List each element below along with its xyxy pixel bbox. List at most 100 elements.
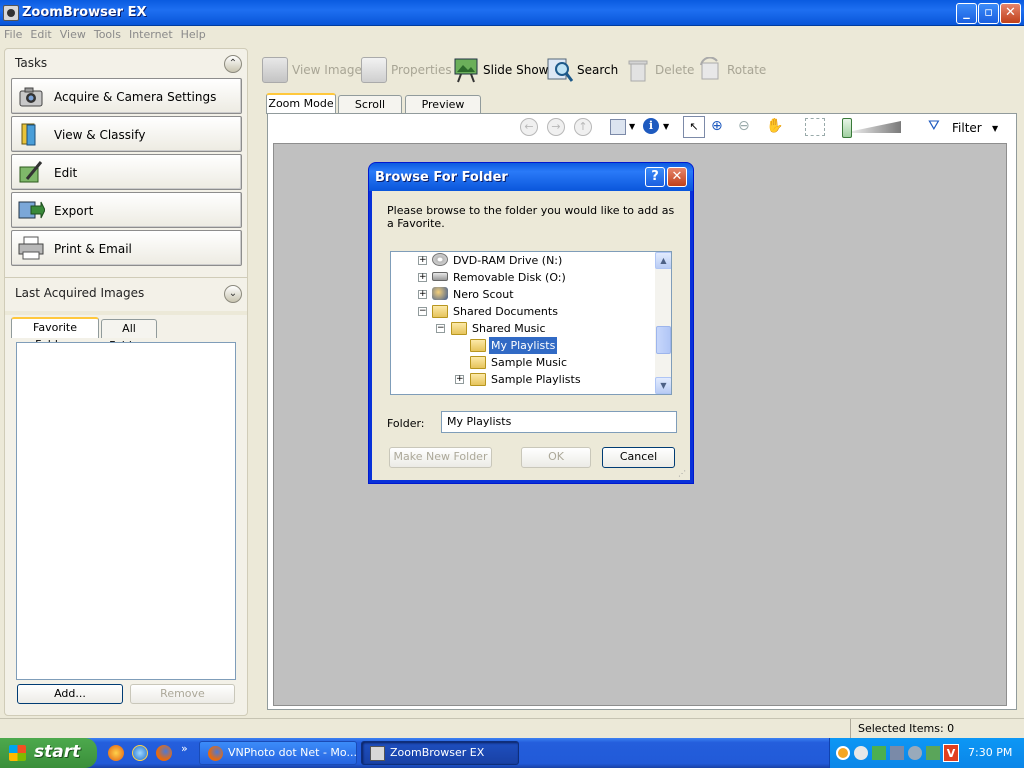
tray-security-icon[interactable]: [908, 746, 922, 760]
task-print-email[interactable]: Print & Email: [11, 230, 242, 266]
menu-help[interactable]: Help: [177, 26, 210, 43]
internet-explorer-icon[interactable]: [132, 745, 148, 761]
remove-folder-button[interactable]: Remove: [130, 684, 235, 704]
zoombrowser-app-icon[interactable]: [3, 5, 19, 21]
view-image-button[interactable]: View Image: [262, 54, 362, 86]
expand-icon[interactable]: +: [418, 256, 427, 265]
tree-node-shared-documents[interactable]: − Shared Documents: [391, 303, 653, 320]
menu-internet[interactable]: Internet: [125, 26, 177, 43]
menu-edit[interactable]: Edit: [26, 26, 55, 43]
collapse-tasks-icon[interactable]: ⌃: [224, 55, 242, 73]
favorite-folders-list[interactable]: [16, 342, 236, 680]
zoom-in-icon[interactable]: ⊕: [711, 118, 729, 136]
quicklaunch-app-icon[interactable]: [108, 745, 124, 761]
nero-scout-icon: [432, 287, 448, 300]
start-button[interactable]: start: [0, 738, 97, 768]
menu-bar: File Edit View Tools Internet Help: [0, 26, 1024, 45]
tab-favorite-folders[interactable]: Favorite Folders: [11, 317, 99, 351]
help-icon[interactable]: ?: [645, 167, 665, 187]
tree-node-nero-scout[interactable]: + Nero Scout: [391, 286, 653, 303]
pointer-tool-icon[interactable]: ↖: [683, 116, 705, 138]
close-button[interactable]: ✕: [1000, 3, 1021, 24]
delete-button[interactable]: Delete: [625, 54, 694, 86]
scrollbar-thumb[interactable]: [656, 326, 671, 354]
task-acquire-camera-settings[interactable]: Acquire & Camera Settings: [11, 78, 242, 114]
zoom-out-icon[interactable]: ⊖: [738, 118, 756, 136]
tray-norton-icon[interactable]: [836, 746, 850, 760]
fit-to-window-icon[interactable]: [805, 118, 825, 136]
add-folder-button[interactable]: Add...: [17, 684, 123, 704]
back-arrow-icon[interactable]: ←: [520, 118, 538, 136]
expand-icon[interactable]: +: [455, 375, 464, 384]
expand-last-acquired-icon[interactable]: ⌄: [224, 285, 242, 303]
firefox-icon[interactable]: [156, 745, 172, 761]
taskbar-item-vnphoto[interactable]: VNPhoto dot Net - Mo...: [199, 741, 357, 765]
clock[interactable]: 7:30 PM: [968, 746, 1012, 759]
tray-utility-icon[interactable]: [926, 746, 940, 760]
filter-icon[interactable]: ⛛: [928, 118, 948, 136]
dialog-title-bar: Browse For Folder ? ✕: [369, 163, 693, 191]
cancel-button[interactable]: Cancel: [602, 447, 675, 468]
edit-icon: [17, 159, 45, 185]
folder-tree[interactable]: + DVD-RAM Drive (N:) + Removable Disk (O…: [390, 251, 672, 395]
tray-messenger-icon[interactable]: [854, 746, 868, 760]
properties-button[interactable]: Properties: [361, 54, 452, 86]
tree-node-label: Removable Disk (O:): [453, 271, 566, 284]
make-new-folder-button[interactable]: Make New Folder: [389, 447, 492, 468]
menu-tools[interactable]: Tools: [90, 26, 125, 43]
slide-show-button[interactable]: Slide Show: [453, 54, 548, 86]
quicklaunch-more-icon[interactable]: »: [181, 742, 188, 755]
folder-icon: [470, 356, 486, 369]
tree-node-removable-disk[interactable]: + Removable Disk (O:): [391, 269, 653, 286]
tree-node-sample-playlists[interactable]: + Sample Playlists: [391, 371, 653, 388]
menu-file[interactable]: File: [0, 26, 26, 43]
expand-icon[interactable]: +: [418, 273, 427, 282]
maximize-button[interactable]: ▫: [978, 3, 999, 24]
resize-grip-icon[interactable]: ⋰: [678, 469, 688, 479]
task-label: Edit: [54, 166, 78, 180]
tree-node-sample-music[interactable]: Sample Music: [391, 354, 653, 371]
tab-zoom-mode[interactable]: Zoom Mode: [266, 93, 336, 114]
status-bar: Selected Items: 0: [0, 718, 1024, 738]
tab-scroll-mode[interactable]: Scroll Mode: [338, 95, 402, 128]
search-button[interactable]: Search: [547, 54, 618, 86]
firefox-icon: [208, 746, 223, 761]
title-bar: ZoomBrowser EX _ ▫ ✕: [0, 0, 1024, 26]
task-export[interactable]: Export: [11, 192, 242, 228]
expand-icon[interactable]: +: [418, 290, 427, 299]
chevron-down-icon[interactable]: ▼: [992, 124, 998, 133]
tab-all-folders[interactable]: All Folders: [101, 319, 157, 352]
filter-label[interactable]: Filter: [952, 121, 982, 135]
tree-node-label: Shared Documents: [453, 305, 558, 318]
hand-tool-icon[interactable]: ✋: [766, 118, 784, 136]
forward-arrow-icon[interactable]: →: [547, 118, 565, 136]
tray-network-icon[interactable]: [872, 746, 886, 760]
tray-antivirus-icon[interactable]: V: [943, 744, 959, 762]
folder-field[interactable]: My Playlists: [441, 411, 677, 433]
task-edit[interactable]: Edit: [11, 154, 242, 190]
tree-scrollbar[interactable]: ▲ ▼: [655, 252, 671, 394]
tray-display-icon[interactable]: [890, 746, 904, 760]
tree-node-my-playlists[interactable]: My Playlists: [391, 337, 653, 354]
tree-node-dvd-ram[interactable]: + DVD-RAM Drive (N:): [391, 252, 653, 269]
scroll-down-arrow-icon[interactable]: ▼: [655, 377, 671, 394]
display-options-icon[interactable]: [610, 119, 626, 135]
dialog-close-button[interactable]: ✕: [667, 167, 687, 187]
up-arrow-icon[interactable]: ↑: [574, 118, 592, 136]
chevron-down-icon[interactable]: ▼: [663, 122, 669, 131]
collapse-icon[interactable]: −: [418, 307, 427, 316]
tab-preview-mode[interactable]: Preview Mode: [405, 95, 481, 128]
zoom-slider-thumb[interactable]: [842, 118, 852, 138]
info-icon[interactable]: i: [643, 118, 659, 134]
rotate-button[interactable]: Rotate: [697, 54, 766, 86]
scroll-up-arrow-icon[interactable]: ▲: [655, 252, 671, 269]
printer-icon: [17, 235, 45, 261]
chevron-down-icon[interactable]: ▼: [629, 122, 635, 131]
task-view-classify[interactable]: View & Classify: [11, 116, 242, 152]
taskbar-item-zoombrowser[interactable]: ZoomBrowser EX: [361, 741, 519, 765]
ok-button[interactable]: OK: [521, 447, 591, 468]
menu-view[interactable]: View: [56, 26, 90, 43]
collapse-icon[interactable]: −: [436, 324, 445, 333]
minimize-button[interactable]: _: [956, 3, 977, 24]
tree-node-shared-music[interactable]: − Shared Music: [391, 320, 653, 337]
